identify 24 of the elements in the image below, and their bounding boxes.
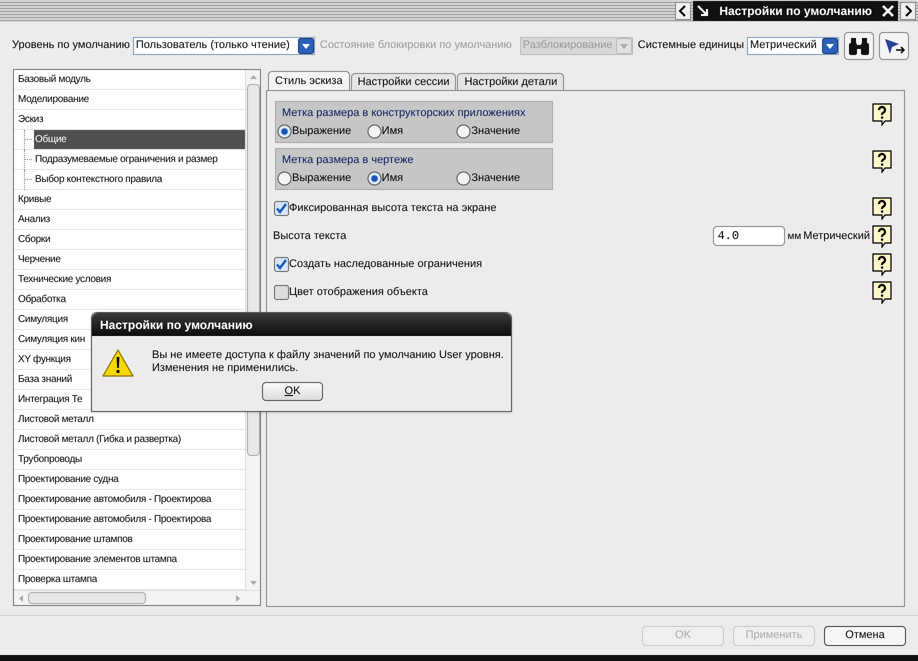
- units-label: Системные единицы: [638, 38, 744, 54]
- group-title: Метка размера в конструкторских приложениях: [282, 106, 526, 121]
- message-text: Изменения не применились.: [152, 362, 300, 375]
- dialog-title: Настройки по умолчанию: [100, 316, 253, 334]
- message-text: Вы не имеете доступа к файлу значений по умолчанию User уровня.: [152, 349, 504, 362]
- radio-label: Имя: [382, 170, 404, 186]
- field-label: Высота текста: [273, 228, 348, 244]
- unit-system-label: Метрический: [803, 228, 870, 244]
- radio-label: Выражение: [292, 170, 352, 186]
- radio-label: Значение: [471, 170, 520, 186]
- dialog-button: OK: [642, 626, 724, 646]
- group-title: Метка размера в чертеже: [282, 152, 414, 168]
- radio-label: Имя: [382, 124, 404, 139]
- checkbox-label: Фиксированная высота текста на экране: [289, 200, 496, 216]
- radio-label: Выражение: [292, 124, 352, 139]
- dialog-button: Применить: [733, 626, 815, 646]
- unit-label: мм: [787, 230, 802, 244]
- window-title: Настройки по умолчанию: [718, 3, 873, 20]
- lock-state-dropdown: Разблокирование: [520, 36, 633, 54]
- radio-label: Значение: [471, 124, 520, 139]
- checkbox-label: Цвет отображения объекта: [289, 284, 428, 300]
- checkbox-label: Создать наследованные ограничения: [289, 256, 482, 272]
- lock-state-label: Состояние блокировки по умолчанию: [320, 38, 512, 54]
- default-level-label: Уровень по умолчанию: [12, 38, 130, 54]
